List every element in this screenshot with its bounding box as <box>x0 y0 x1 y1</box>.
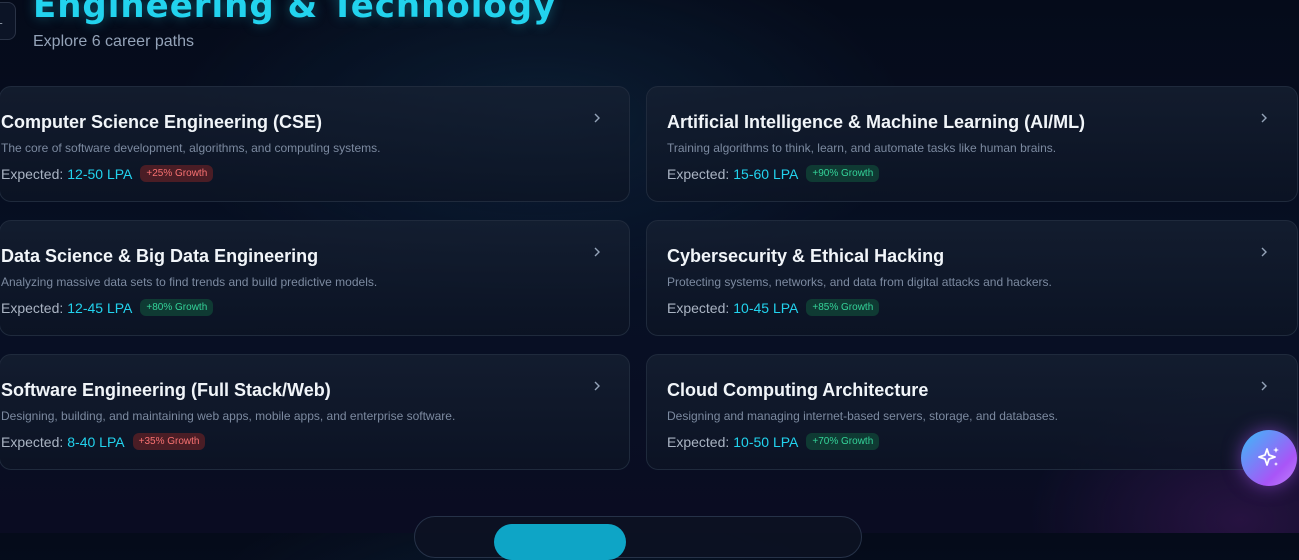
career-card[interactable]: Data Science & Big Data Engineering Anal… <box>0 220 630 336</box>
career-card[interactable]: Computer Science Engineering (CSE) The c… <box>0 86 630 202</box>
career-card[interactable]: Software Engineering (Full Stack/Web) De… <box>0 354 630 470</box>
chevron-right-icon <box>1261 113 1267 123</box>
career-title: Cloud Computing Architecture <box>667 380 929 400</box>
page-title: Engineering & Technology <box>33 0 557 26</box>
growth-badge: +35% Growth <box>132 433 206 450</box>
career-title: Artificial Intelligence & Machine Learni… <box>667 112 1086 132</box>
career-title: Data Science & Big Data Engineering <box>1 246 319 266</box>
expected-label: Expected: <box>667 433 730 450</box>
chevron-right-icon <box>594 381 600 391</box>
growth-badge: +85% Growth <box>806 299 880 316</box>
career-description: The core of software development, algori… <box>1 141 381 155</box>
salary-range: 8-40 LPA <box>67 433 125 450</box>
back-button[interactable]: ← <box>0 2 16 40</box>
career-meta: Expected: 10-45 LPA +85% Growth <box>667 299 880 316</box>
career-title: Cybersecurity & Ethical Hacking <box>667 246 945 266</box>
career-title: Computer Science Engineering (CSE) <box>1 112 323 132</box>
career-meta: Expected: 12-45 LPA +80% Growth <box>1 299 214 316</box>
sparkles-icon <box>1258 447 1279 466</box>
growth-badge: +80% Growth <box>140 299 214 316</box>
career-meta: Expected: 15-60 LPA +90% Growth <box>667 165 880 182</box>
chevron-right-icon <box>594 247 600 257</box>
expected-label: Expected: <box>667 299 730 316</box>
bottom-navigation-bar[interactable] <box>414 516 862 558</box>
arrow-left-icon: ← <box>0 13 5 29</box>
growth-badge: +25% Growth <box>140 165 214 182</box>
career-meta: Expected: 12-50 LPA +25% Growth <box>1 165 214 182</box>
page-subtitle: Explore 6 career paths <box>33 33 194 50</box>
chevron-right-icon <box>594 113 600 123</box>
salary-range: 12-45 LPA <box>67 299 133 316</box>
ai-assistant-button[interactable] <box>1241 430 1297 486</box>
career-description: Protecting systems, networks, and data f… <box>667 275 1052 289</box>
career-card[interactable]: Artificial Intelligence & Machine Learni… <box>646 86 1298 202</box>
salary-range: 10-45 LPA <box>733 299 799 316</box>
career-card[interactable]: Cloud Computing Architecture Designing a… <box>646 354 1298 470</box>
chevron-right-icon <box>1261 381 1267 391</box>
career-description: Training algorithms to think, learn, and… <box>667 141 1057 155</box>
expected-label: Expected: <box>1 165 64 182</box>
expected-label: Expected: <box>667 165 730 182</box>
salary-range: 15-60 LPA <box>733 165 799 182</box>
career-meta: Expected: 10-50 LPA +70% Growth <box>667 433 880 450</box>
career-title: Software Engineering (Full Stack/Web) <box>1 380 331 400</box>
salary-range: 12-50 LPA <box>67 165 133 182</box>
career-meta: Expected: 8-40 LPA +35% Growth <box>1 433 206 450</box>
growth-badge: +90% Growth <box>806 165 880 182</box>
career-description: Designing, building, and maintaining web… <box>1 409 456 423</box>
chevron-right-icon <box>1261 247 1267 257</box>
career-description: Analyzing massive data sets to find tren… <box>1 275 378 289</box>
career-card[interactable]: Cybersecurity & Ethical Hacking Protecti… <box>646 220 1298 336</box>
expected-label: Expected: <box>1 299 64 316</box>
career-description: Designing and managing internet-based se… <box>667 409 1058 423</box>
expected-label: Expected: <box>1 433 64 450</box>
primary-action-button[interactable] <box>494 524 626 560</box>
growth-badge: +70% Growth <box>806 433 880 450</box>
salary-range: 10-50 LPA <box>733 433 799 450</box>
